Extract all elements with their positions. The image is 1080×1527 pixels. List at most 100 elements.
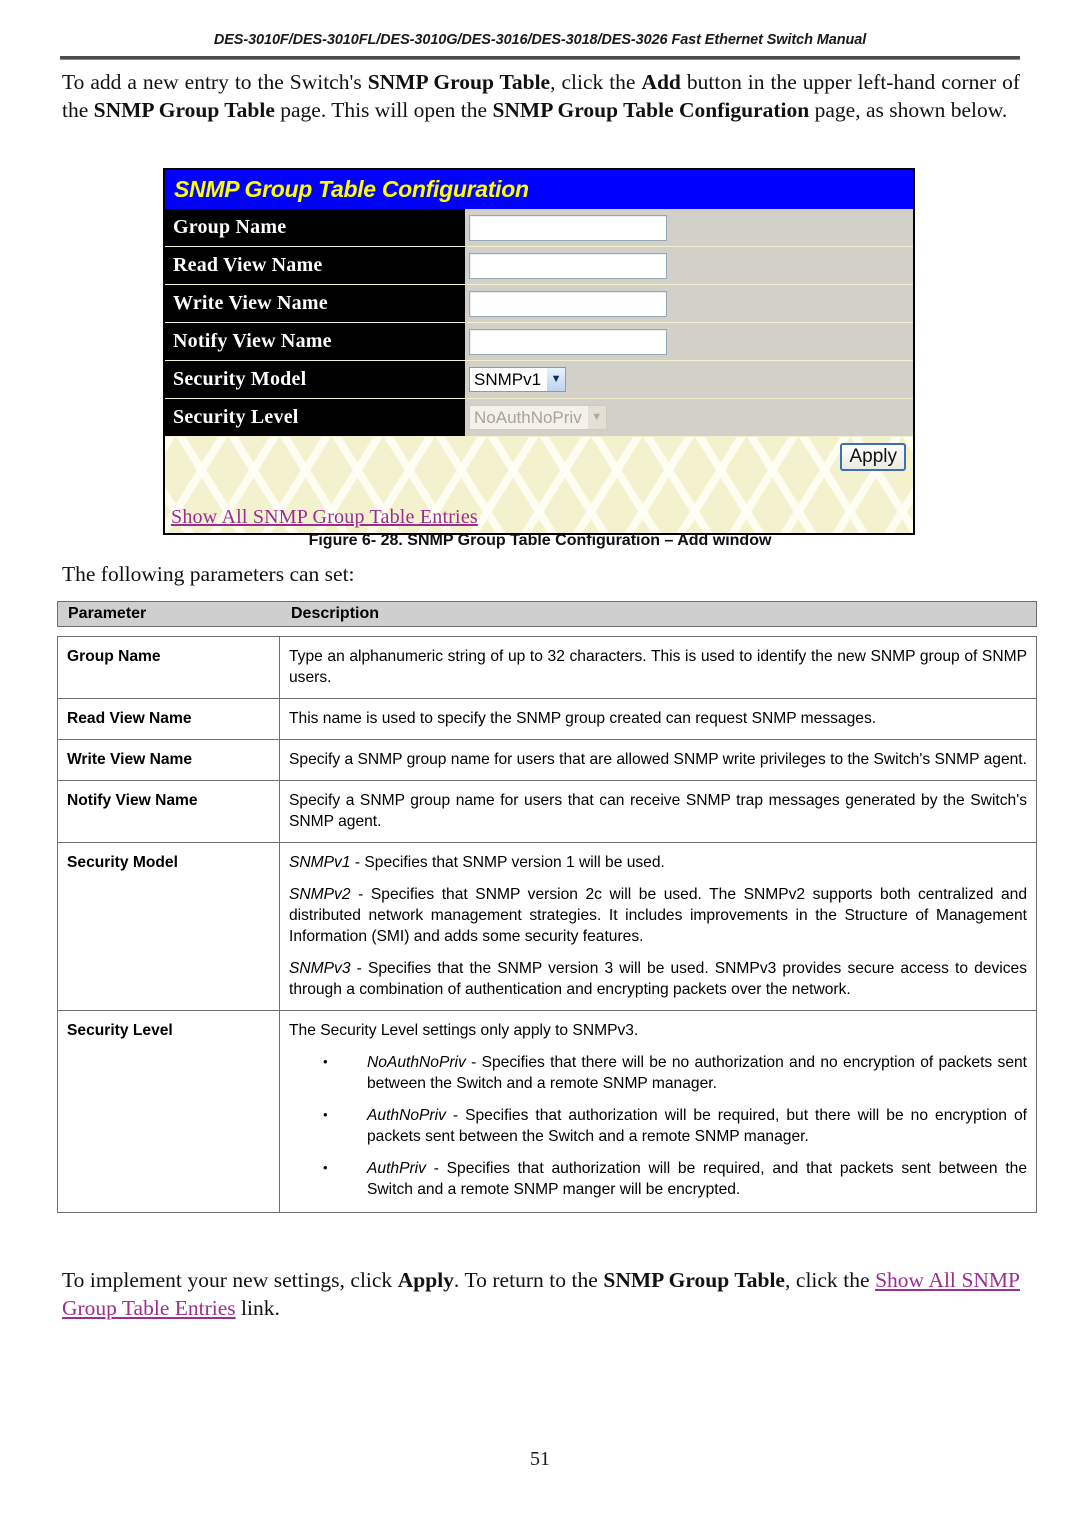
intro-part-2: , click the <box>550 70 642 94</box>
closing-paragraph: To implement your new settings, click Ap… <box>62 1266 1020 1322</box>
security-level-dropdown[interactable]: NoAuthNoPriv ▼ <box>469 405 607 430</box>
table-row: Notify View Name Specify a SNMP group na… <box>57 780 1037 843</box>
chevron-down-icon: ▼ <box>586 406 606 429</box>
closing-bold-snmp-group-table: SNMP Group Table <box>603 1268 785 1292</box>
value-cell-group-name <box>465 209 913 246</box>
closing-part-2: . To return to the <box>453 1268 604 1292</box>
desc-paragraph: Type an alphanumeric string of up to 32 … <box>289 648 1027 686</box>
value-cell-security-level: NoAuthNoPriv ▼ <box>465 399 913 436</box>
label-write-view-name: Write View Name <box>165 285 465 322</box>
security-level-bullet-list: NoAuthNoPriv - Specifies that there will… <box>289 1051 1027 1200</box>
param-desc-read-view-name: This name is used to specify the SNMP gr… <box>279 698 1037 740</box>
table-row: Read View Name This name is used to spec… <box>57 698 1037 740</box>
param-desc-notify-view-name: Specify a SNMP group name for users that… <box>279 780 1037 843</box>
intro-paragraph: To add a new entry to the Switch's SNMP … <box>62 68 1020 124</box>
chevron-down-icon: ▼ <box>546 368 566 391</box>
window-footer: Apply Show All SNMP Group Table Entries <box>165 437 913 533</box>
figure-caption: Figure 6- 28. SNMP Group Table Configura… <box>308 532 772 549</box>
form-row-security-model: Security Model SNMPv1 ▼ <box>165 361 913 399</box>
table-row: Group Name Type an alphanumeric string o… <box>57 636 1037 699</box>
param-name-security-model: Security Model <box>57 842 280 1011</box>
value-cell-security-model: SNMPv1 ▼ <box>465 361 913 398</box>
form-row-notify-view-name: Notify View Name <box>165 323 913 361</box>
param-name-write-view-name: Write View Name <box>57 739 280 781</box>
security-model-dropdown[interactable]: SNMPv1 ▼ <box>469 367 567 392</box>
desc-item-snmpv3: SNMPv3 - Specifies that the SNMP version… <box>289 958 1027 1000</box>
group-name-input[interactable] <box>469 214 667 241</box>
security-level-selected-value: NoAuthNoPriv <box>474 408 582 427</box>
form-row-write-view-name: Write View Name <box>165 285 913 323</box>
closing-bold-apply: Apply <box>397 1268 454 1292</box>
closing-part-4: link. <box>235 1296 280 1320</box>
window-title-bar: SNMP Group Table Configuration <box>165 170 913 209</box>
term-authpriv: AuthPriv <box>367 1160 426 1177</box>
intro-part-5: page, as shown below. <box>809 98 1008 122</box>
list-item: AuthPriv - Specifies that authorization … <box>289 1157 1027 1200</box>
term-snmpv1: SNMPv1 <box>289 854 351 871</box>
param-desc-group-name: Type an alphanumeric string of up to 32 … <box>279 636 1037 699</box>
param-desc-security-level: The Security Level settings only apply t… <box>279 1010 1037 1213</box>
window-title-text: SNMP Group Table Configuration <box>174 176 529 202</box>
column-header-description: Description <box>291 605 380 622</box>
following-parameters-text: The following parameters can set: <box>62 562 355 586</box>
value-cell-write-view-name <box>465 285 913 322</box>
term-snmpv1-text: - Specifies that SNMP version 1 will be … <box>350 854 665 871</box>
running-head-text: DES-3010F/DES-3010FL/DES-3010G/DES-3016/… <box>213 32 867 48</box>
label-group-name: Group Name <box>165 209 465 246</box>
config-form-rows: Group Name Read View Name Write View Nam… <box>165 209 913 437</box>
form-row-security-level: Security Level NoAuthNoPriv ▼ <box>165 399 913 437</box>
term-snmpv3-text: - Specifies that the SNMP version 3 will… <box>289 960 1027 998</box>
list-item: NoAuthNoPriv - Specifies that there will… <box>289 1051 1027 1094</box>
term-noauthnopriv-text: - Specifies that there will be no author… <box>367 1054 1027 1092</box>
intro-bold-snmp-group-table-1: SNMP Group Table <box>367 70 551 94</box>
header-rule-divider <box>60 56 1020 60</box>
security-model-selected-value: SNMPv1 <box>474 370 542 389</box>
param-name-group-name: Group Name <box>57 636 280 699</box>
param-name-notify-view-name: Notify View Name <box>57 780 280 843</box>
value-cell-read-view-name <box>465 247 913 284</box>
value-cell-notify-view-name <box>465 323 913 360</box>
form-row-group-name: Group Name <box>165 209 913 247</box>
apply-button[interactable]: Apply <box>840 443 906 471</box>
label-read-view-name: Read View Name <box>165 247 465 284</box>
table-row: Security Model SNMPv1 - Specifies that S… <box>57 842 1037 1011</box>
intro-bold-add: Add <box>641 70 681 94</box>
param-desc-write-view-name: Specify a SNMP group name for users that… <box>279 739 1037 781</box>
page-number: 51 <box>530 1448 550 1470</box>
form-row-read-view-name: Read View Name <box>165 247 913 285</box>
snmp-group-table-configuration-window: SNMP Group Table Configuration Group Nam… <box>163 168 915 535</box>
intro-bold-snmp-group-table-configuration: SNMP Group Table Configuration <box>492 98 810 122</box>
desc-item-snmpv1: SNMPv1 - Specifies that SNMP version 1 w… <box>289 852 1027 873</box>
param-desc-security-model: SNMPv1 - Specifies that SNMP version 1 w… <box>279 842 1037 1011</box>
desc-item-snmpv2: SNMPv2 - Specifies that SNMP version 2c … <box>289 884 1027 947</box>
intro-part-4: page. This will open the <box>274 98 493 122</box>
param-name-security-level: Security Level <box>57 1010 280 1213</box>
term-snmpv2-text: - Specifies that SNMP version 2c will be… <box>289 886 1027 945</box>
table-row: Security Level The Security Level settin… <box>57 1010 1037 1213</box>
table-row: Write View Name Specify a SNMP group nam… <box>57 739 1037 781</box>
security-level-lead-text: The Security Level settings only apply t… <box>289 1022 639 1039</box>
desc-paragraph: Specify a SNMP group name for users that… <box>289 792 1027 830</box>
read-view-name-input[interactable] <box>469 252 667 279</box>
parameter-table-header: Parameter Description <box>57 601 1037 627</box>
label-security-level: Security Level <box>165 399 465 436</box>
show-all-snmp-group-table-entries-link[interactable]: Show All SNMP Group Table Entries <box>171 506 478 529</box>
intro-bold-snmp-group-table-2: SNMP Group Table <box>93 98 275 122</box>
term-noauthnopriv: NoAuthNoPriv <box>367 1054 466 1071</box>
notify-view-name-input[interactable] <box>469 328 667 355</box>
label-security-model: Security Model <box>165 361 465 398</box>
write-view-name-input[interactable] <box>469 290 667 317</box>
page-running-head: DES-3010F/DES-3010FL/DES-3010G/DES-3016/… <box>60 32 1020 48</box>
term-authnopriv: AuthNoPriv <box>367 1107 446 1124</box>
closing-part-3: , click the <box>784 1268 876 1292</box>
list-item: AuthNoPriv - Specifies that authorizatio… <box>289 1104 1027 1147</box>
desc-paragraph: Specify a SNMP group name for users that… <box>289 751 1027 768</box>
label-notify-view-name: Notify View Name <box>165 323 465 360</box>
param-name-read-view-name: Read View Name <box>57 698 280 740</box>
term-authnopriv-text: - Specifies that authorization will be r… <box>367 1107 1027 1145</box>
term-snmpv3: SNMPv3 <box>289 960 351 977</box>
closing-part-1: To implement your new settings, click <box>62 1268 398 1292</box>
parameter-description-table: Group Name Type an alphanumeric string o… <box>57 636 1037 1213</box>
term-snmpv2: SNMPv2 <box>289 886 351 903</box>
column-header-parameter: Parameter <box>68 605 147 622</box>
